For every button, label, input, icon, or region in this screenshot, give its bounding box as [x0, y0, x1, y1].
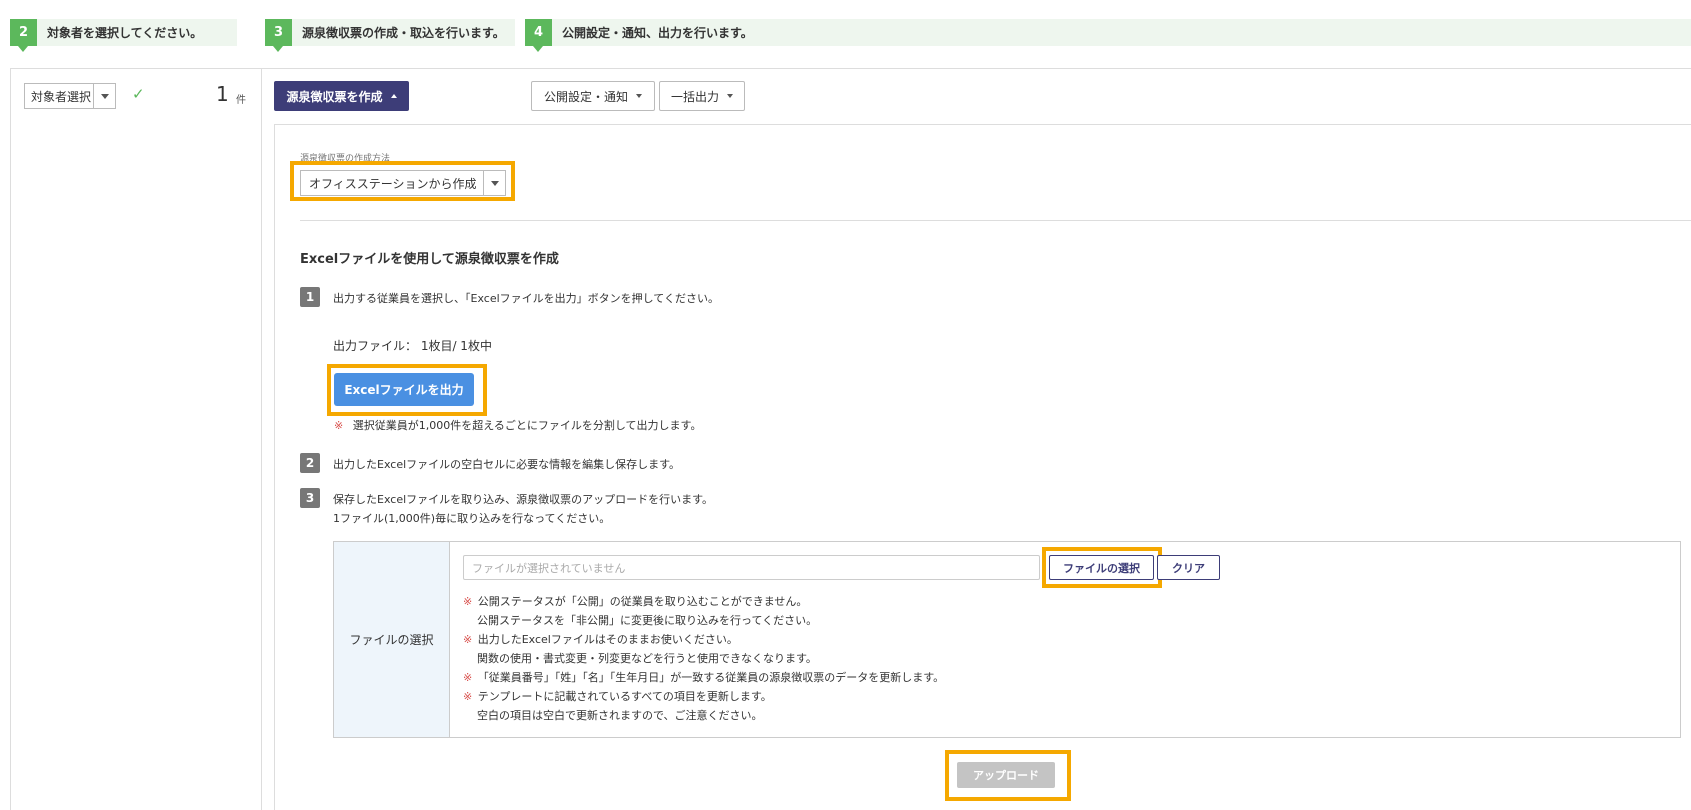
step-progress-bar: 2 対象者を選択してください。 3 源泉徴収票の作成・取込を行います。 4 公開…	[0, 19, 1691, 52]
instruction-text: 出力したExcelファイルの空白セルに必要な情報を編集し保存します。	[333, 458, 681, 471]
file-path-input[interactable]: ファイルが選択されていません	[463, 555, 1040, 580]
instruction-text-sub: 1ファイル(1,000件)毎に取り込みを行なってください。	[333, 512, 611, 525]
instruction-number: 3	[300, 488, 320, 508]
chevron-down-icon[interactable]	[93, 84, 115, 108]
check-icon: ✓	[132, 85, 145, 103]
step-label: 公開設定・通知、出力を行います。	[562, 26, 753, 40]
excel-output-button[interactable]: Excelファイルを出力	[334, 373, 474, 406]
note-mark: ※	[463, 671, 473, 684]
frame-border-top	[10, 68, 1691, 69]
instruction-text: 保存したExcelファイルを取り込み、源泉徴収票のアップロードを行います。	[333, 493, 714, 506]
note-mark: ※	[463, 690, 473, 703]
file-note: ※ テンプレートに記載されているすべての項目を更新します。	[463, 688, 772, 704]
output-note-text: 選択従業員が1,000件を超えるごとにファイルを分割して出力します。	[352, 419, 702, 432]
step-number: 2	[10, 19, 37, 52]
selected-count: 1	[216, 82, 229, 106]
chevron-down-icon[interactable]	[483, 171, 505, 195]
target-selector-label: 対象者選択	[31, 89, 92, 104]
instruction-text: 出力する従業員を選択し、「Excelファイルを出力」ボタンを押してください。	[333, 292, 719, 305]
selected-count-unit: 件	[236, 95, 246, 106]
frame-border-left	[10, 68, 11, 810]
bulk-output-button-label: 一括出力	[670, 89, 719, 104]
caret-down-icon	[636, 94, 642, 98]
choose-file-button[interactable]: ファイルの選択	[1049, 555, 1154, 580]
column-divider	[261, 68, 262, 810]
file-note-text: 空白の項目は空白で更新されますので、ご注意ください。	[477, 709, 763, 722]
bulk-output-button[interactable]: 一括出力	[659, 81, 745, 111]
clear-button[interactable]: クリア	[1157, 555, 1220, 580]
file-note-text: 関数の使用・書式変更・列変更などを行うと使用できなくなります。	[477, 652, 817, 665]
output-note: ※ 選択従業員が1,000件を超えるごとにファイルを分割して出力します。	[334, 417, 701, 433]
caret-up-icon	[390, 94, 397, 98]
divider	[300, 220, 1691, 221]
publish-button-label: 公開設定・通知	[543, 89, 628, 104]
step-4: 4 公開設定・通知、出力を行います。	[525, 19, 1691, 52]
create-withholding-slip-button[interactable]: 源泉徴収票を作成	[274, 81, 409, 111]
file-note: ※ 「従業員番号」「姓」「名」「生年月日」が一致する従業員の源泉徴収票のデータを…	[463, 669, 944, 685]
creation-method-dropdown[interactable]: オフィスステーションから作成	[300, 170, 506, 196]
note-mark: ※	[334, 419, 344, 432]
create-button-label: 源泉徴収票を作成	[286, 89, 383, 104]
instruction-number: 1	[300, 287, 320, 307]
section-title: Excelファイルを使用して源泉徴収票を作成	[300, 252, 559, 267]
file-note-text: 公開ステータスが「公開」の従業員を取り込むことができません。	[477, 595, 808, 608]
creation-method-value: オフィスステーションから作成	[309, 176, 477, 191]
file-note: ※ 出力したExcelファイルはそのままお使いください。	[463, 631, 738, 647]
step-number: 3	[265, 19, 292, 52]
file-note-text: 出力したExcelファイルはそのままお使いください。	[477, 633, 738, 646]
note-mark: ※	[463, 595, 473, 608]
file-select-header: ファイルの選択	[334, 542, 450, 737]
publish-notify-button[interactable]: 公開設定・通知	[531, 81, 655, 111]
note-mark: ※	[463, 633, 473, 646]
caret-down-icon	[727, 94, 733, 98]
file-note: ※ 公開ステータスが「公開」の従業員を取り込むことができません。	[463, 593, 807, 609]
step-3: 3 源泉徴収票の作成・取込を行います。	[265, 19, 515, 52]
file-note-text: 公開ステータスを「非公開」に変更後に取り込みを行ってください。	[477, 614, 818, 627]
step-2: 2 対象者を選択してください。	[10, 19, 237, 52]
file-note-text: テンプレートに記載されているすべての項目を更新します。	[477, 690, 772, 703]
instruction-number: 2	[300, 453, 320, 473]
upload-button[interactable]: アップロード	[957, 762, 1055, 788]
step-label: 源泉徴収票の作成・取込を行います。	[302, 26, 505, 40]
step-label: 対象者を選択してください。	[47, 26, 203, 40]
step-number: 4	[525, 19, 552, 52]
output-file-info: 出力ファイル： 1枚目/ 1枚中	[333, 339, 492, 353]
target-selector-dropdown[interactable]: 対象者選択	[24, 83, 116, 109]
file-note-text: 「従業員番号」「姓」「名」「生年月日」が一致する従業員の源泉徴収票のデータを更新…	[477, 671, 945, 684]
